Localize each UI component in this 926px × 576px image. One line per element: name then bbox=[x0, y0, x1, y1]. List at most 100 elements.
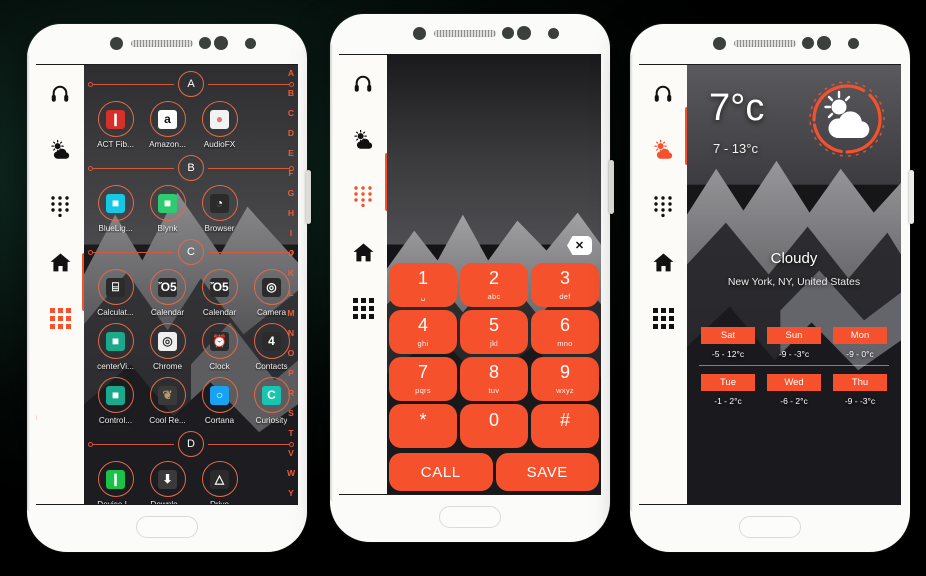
alphabet-index-letter[interactable]: R bbox=[288, 389, 294, 398]
dialpad-key-9[interactable]: 9 wxyz bbox=[531, 357, 599, 401]
dialpad-key-5[interactable]: 5 jkl bbox=[460, 310, 528, 354]
alphabet-index-letter[interactable]: N bbox=[288, 329, 294, 338]
dialpad-key-4[interactable]: 4 ghi bbox=[389, 310, 457, 354]
dialpad-key-#[interactable]: # bbox=[531, 404, 599, 448]
phone-side-button[interactable] bbox=[306, 170, 311, 224]
app-item[interactable]: Ὄ5 Calendar bbox=[194, 269, 245, 317]
alphabet-index-letter[interactable]: L bbox=[288, 289, 293, 298]
alphabet-index-letter[interactable]: F bbox=[288, 169, 293, 178]
app-item[interactable]: a Amazon... bbox=[142, 101, 193, 149]
sidebar-item-music[interactable] bbox=[646, 77, 680, 111]
app-item[interactable]: Ὄ5 Calendar bbox=[142, 269, 193, 317]
dialpad-content: ✕ 1 ␣ 2 abc 3 def 4 ghi 5 jkl 6 mno 7 pqrs 8 tuv 9 wxyz * 0… bbox=[387, 55, 601, 494]
app-item[interactable]: ■ Blynk bbox=[142, 185, 193, 233]
sidebar-item-home[interactable] bbox=[346, 235, 380, 269]
sidebar-item-weather[interactable] bbox=[43, 133, 77, 167]
alphabet-index-letter[interactable]: I bbox=[290, 229, 292, 238]
apps-list[interactable]: A ❙ ACT Fib... a Amazon... ● AudioFX B ■ BlueLig.… bbox=[84, 65, 298, 504]
app-item[interactable]: ⏰ Clock bbox=[194, 323, 245, 371]
alphabet-index-letter[interactable]: E bbox=[288, 149, 294, 158]
sidebar-item-home[interactable] bbox=[646, 245, 680, 279]
clear-icon[interactable]: ✕ bbox=[567, 236, 592, 255]
app-item[interactable]: ❙ ACT Fib... bbox=[90, 101, 141, 149]
alphabet-index-letter[interactable]: S bbox=[288, 409, 294, 418]
dialpad-key-8[interactable]: 8 tuv bbox=[460, 357, 528, 401]
alphabet-index-letter[interactable]: V bbox=[288, 449, 294, 458]
sidebar-item-home[interactable] bbox=[43, 245, 77, 279]
proximity-sensor-dot bbox=[802, 37, 814, 49]
app-item[interactable]: ⬇ Downlo... bbox=[142, 461, 193, 504]
dialpad-key-6[interactable]: 6 mno bbox=[531, 310, 599, 354]
sidebar-item-dialpad[interactable] bbox=[646, 189, 680, 223]
forecast-cell[interactable]: Thu -9 - -3°c bbox=[827, 374, 893, 406]
dialpad-key-row: 7 pqrs 8 tuv 9 wxyz bbox=[389, 357, 599, 401]
app-item[interactable]: ⌸ Calculat... bbox=[90, 269, 141, 317]
app-item[interactable]: ◎ Chrome bbox=[142, 323, 193, 371]
alphabet-index-letter[interactable]: Y bbox=[288, 489, 294, 498]
sidebar-item-apps[interactable] bbox=[346, 291, 380, 325]
key-letters: wxyz bbox=[556, 386, 574, 395]
alphabet-index-letter[interactable]: J bbox=[289, 249, 294, 258]
alphabet-index-letter[interactable]: W bbox=[287, 469, 295, 478]
app-label: Device I... bbox=[97, 500, 133, 504]
alphabet-index-letter[interactable]: P bbox=[288, 369, 294, 378]
app-label: Drive bbox=[210, 500, 229, 504]
alphabet-index[interactable]: A B C D E F G H I J K L M N O P R S T V W Y bbox=[284, 65, 298, 504]
app-item[interactable]: ■ centerVi... bbox=[90, 323, 141, 371]
forecast-cell[interactable]: Mon -9 - 0°c bbox=[827, 327, 893, 359]
app-item[interactable]: ● AudioFX bbox=[194, 101, 245, 149]
sidebar-item-music[interactable] bbox=[43, 77, 77, 111]
app-item[interactable]: ■ Control... bbox=[90, 377, 141, 425]
alphabet-index-letter[interactable]: M bbox=[287, 309, 294, 318]
forecast-cell[interactable]: Wed -6 - 2°c bbox=[761, 374, 827, 406]
call-button[interactable]: CALL bbox=[389, 453, 493, 491]
forecast-cell[interactable]: Tue -1 - 2°c bbox=[695, 374, 761, 406]
alphabet-index-letter[interactable]: T bbox=[288, 429, 293, 438]
phone-side-button[interactable] bbox=[909, 170, 914, 224]
key-letters: def bbox=[559, 292, 570, 301]
app-item[interactable]: ❦ Cool Re... bbox=[142, 377, 193, 425]
save-button[interactable]: SAVE bbox=[496, 453, 600, 491]
sidebar-item-apps[interactable] bbox=[646, 301, 680, 335]
sidebar-item-dialpad[interactable] bbox=[43, 189, 77, 223]
alphabet-index-letter[interactable]: A bbox=[288, 69, 294, 78]
section-letter: C bbox=[178, 239, 204, 265]
sidebar-item-music[interactable] bbox=[346, 67, 380, 101]
dialpad-key-3[interactable]: 3 def bbox=[531, 263, 599, 307]
app-item[interactable]: ◔ Browser bbox=[194, 185, 245, 233]
sidebar-item-weather[interactable] bbox=[346, 123, 380, 157]
phone-side-button[interactable] bbox=[609, 160, 614, 214]
sidebar-item-weather[interactable] bbox=[646, 133, 680, 167]
home-button[interactable] bbox=[136, 516, 198, 538]
forecast-cell[interactable]: Sat -5 - 12°c bbox=[695, 327, 761, 359]
key-number: * bbox=[419, 411, 426, 429]
forecast-cell[interactable]: Sun -9 - -3°c bbox=[761, 327, 827, 359]
dialpad-key-1[interactable]: 1 ␣ bbox=[389, 263, 457, 307]
app-item[interactable]: ○ Cortana bbox=[194, 377, 245, 425]
alphabet-index-letter[interactable]: B bbox=[288, 89, 294, 98]
app-item[interactable]: ❙ Device I... bbox=[90, 461, 141, 504]
dialpad-keys[interactable]: 1 ␣ 2 abc 3 def 4 ghi 5 jkl 6 mno 7 pqrs 8 tuv 9 wxyz * 0 # bbox=[387, 263, 601, 453]
app-item[interactable]: △ Drive bbox=[194, 461, 245, 504]
dialpad-key-0[interactable]: 0 bbox=[460, 404, 528, 448]
dialpad-key-*[interactable]: * bbox=[389, 404, 457, 448]
home-button[interactable] bbox=[739, 516, 801, 538]
alphabet-index-letter[interactable]: G bbox=[288, 189, 295, 198]
dialpad-key-2[interactable]: 2 abc bbox=[460, 263, 528, 307]
forecast-day: Wed bbox=[767, 374, 821, 391]
sidebar-item-dialpad[interactable] bbox=[346, 179, 380, 213]
alphabet-index-letter[interactable]: O bbox=[288, 349, 295, 358]
number-display-area[interactable]: ✕ bbox=[387, 55, 601, 263]
app-item[interactable]: ■ BlueLig... bbox=[90, 185, 141, 233]
key-number: 3 bbox=[560, 269, 570, 287]
key-number: # bbox=[560, 411, 570, 429]
alphabet-index-letter[interactable]: K bbox=[288, 269, 294, 278]
dialpad-actions[interactable]: CALL SAVE bbox=[387, 453, 601, 494]
app-icon-ring: ⬇ bbox=[150, 461, 186, 497]
home-button[interactable] bbox=[439, 506, 501, 528]
alphabet-index-letter[interactable]: C bbox=[288, 109, 294, 118]
dialpad-key-7[interactable]: 7 pqrs bbox=[389, 357, 457, 401]
alphabet-index-letter[interactable]: D bbox=[288, 129, 294, 138]
sidebar-item-apps[interactable] bbox=[43, 301, 77, 335]
alphabet-index-letter[interactable]: H bbox=[288, 209, 294, 218]
